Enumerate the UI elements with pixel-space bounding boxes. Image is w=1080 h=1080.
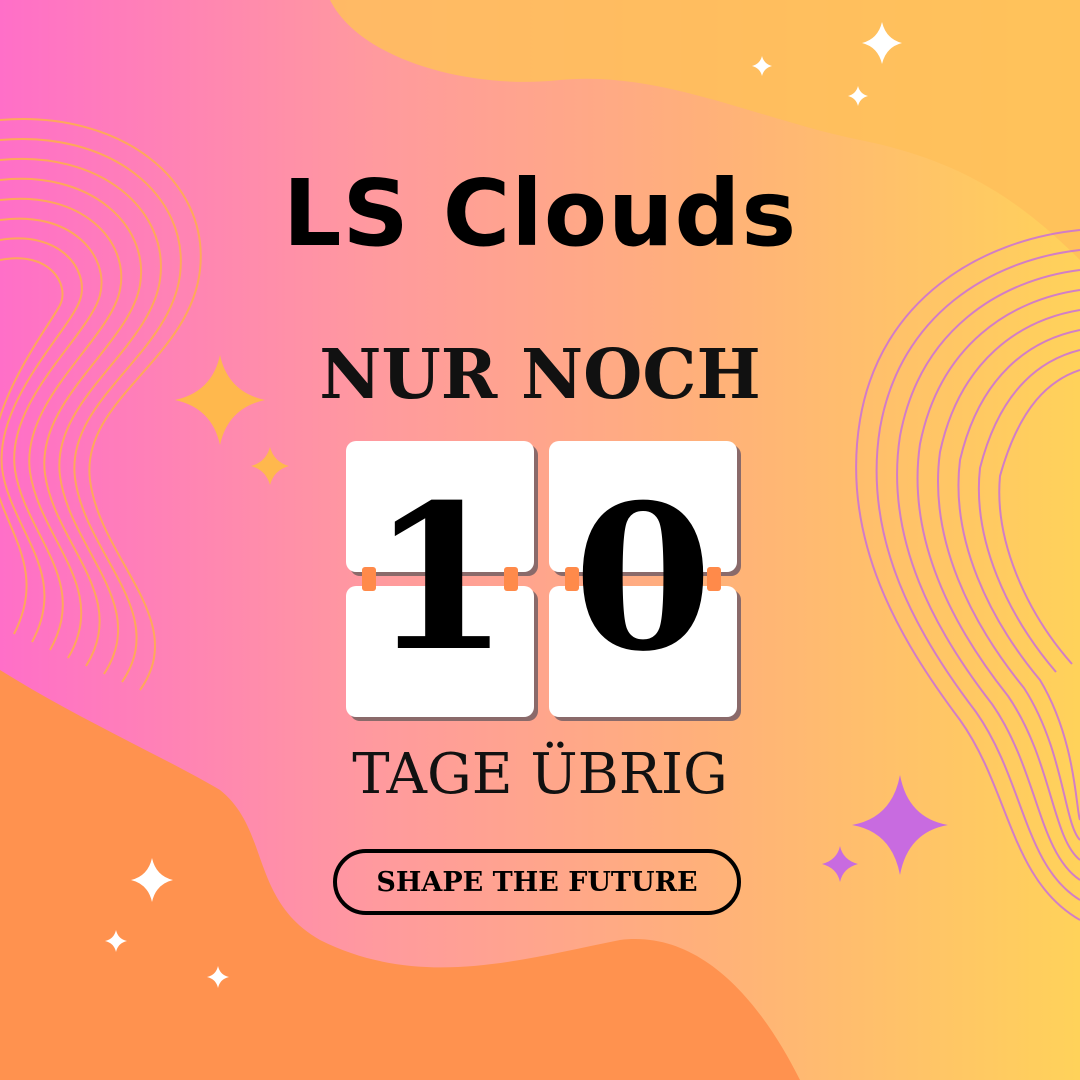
flip-digit-tens: 1: [346, 441, 534, 717]
flip-digit-ones: 0: [549, 441, 737, 717]
countdown-digit: 0: [573, 461, 713, 696]
days-left-caption: TAGE ÜBRIG: [352, 742, 728, 807]
page-title: LS Clouds: [282, 160, 798, 267]
subtitle: NUR NOCH: [319, 335, 761, 415]
sparkle-purple-small-icon: [822, 846, 858, 882]
sparkle-gold-small-icon: [251, 447, 289, 485]
countdown-digit: 1: [370, 461, 510, 696]
shape-the-future-button[interactable]: SHAPE THE FUTURE: [333, 849, 741, 915]
promo-poster: LS Clouds NUR NOCH 1 0 TAGE ÜBRIG SHAPE …: [0, 0, 1080, 1080]
